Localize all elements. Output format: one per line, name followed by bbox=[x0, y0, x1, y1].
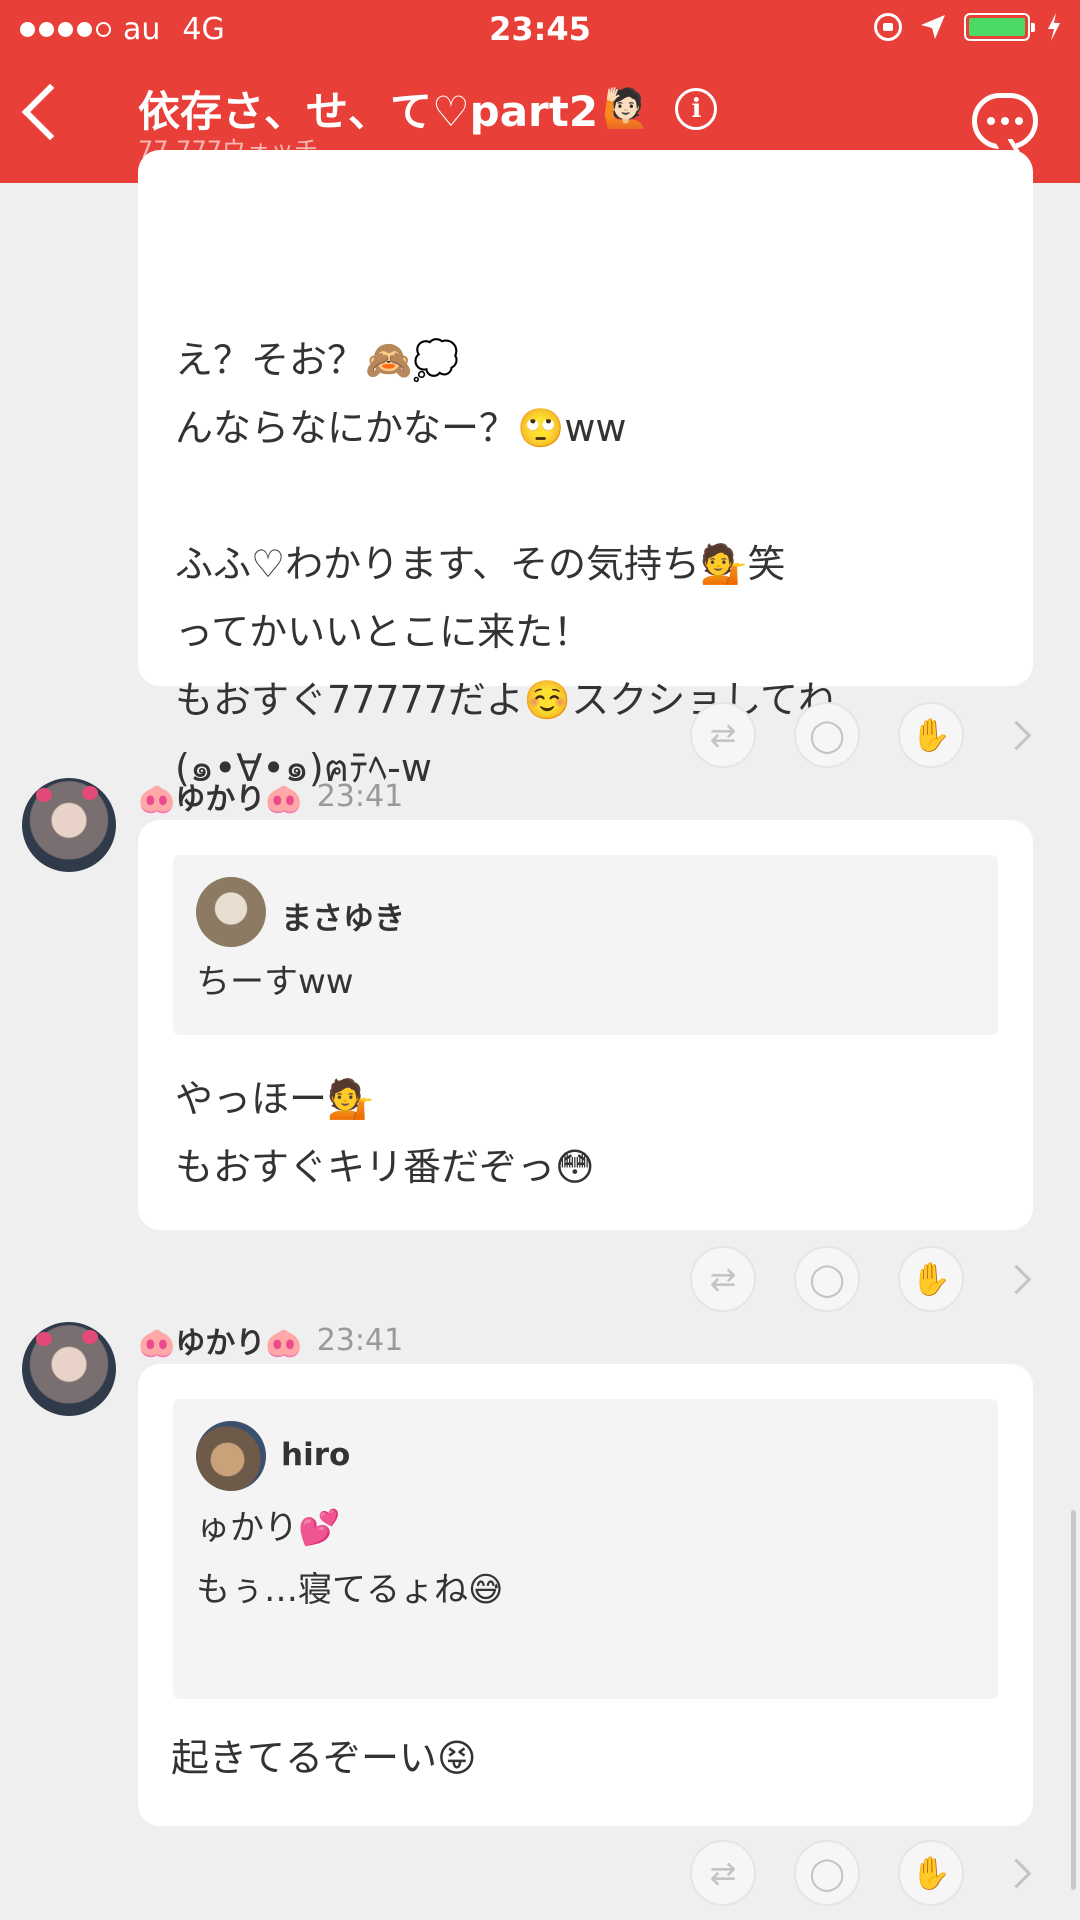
chevron-right-icon[interactable] bbox=[1001, 1858, 1032, 1888]
scrollbar[interactable] bbox=[1071, 1510, 1076, 1890]
chevron-right-icon[interactable] bbox=[1001, 1264, 1032, 1294]
status-bar: au 4G 23:45 bbox=[0, 0, 1080, 58]
quoted-message[interactable]: hiro ゅかり💕 もぅ…寝てるょね😅 bbox=[173, 1399, 998, 1699]
reply-icon[interactable]: ◯ bbox=[794, 1246, 860, 1312]
quote-author: まさゆき bbox=[281, 901, 405, 937]
message-actions: ⇄ ◯ ✋ bbox=[690, 702, 1032, 768]
info-icon[interactable]: i bbox=[675, 87, 718, 130]
chat-bubble-icon[interactable] bbox=[972, 93, 1038, 149]
quote-text: ゅかり💕 もぅ…寝てるょね😅 bbox=[196, 1508, 504, 1610]
message-bubble: hiro ゅかり💕 もぅ…寝てるょね😅 起きてるぞーい😝 bbox=[138, 1364, 1033, 1826]
quote-author: hiro bbox=[281, 1437, 351, 1473]
message-bubble: え？そお？🙈💭 んならなにかなー？🙄ww ふふ♡わかります、その気持ち💁笑 って… bbox=[138, 150, 1033, 790]
reply-icon[interactable]: ◯ bbox=[794, 702, 860, 768]
message-text: やっほー💁 もおすぐキリ番だぞっ😳 bbox=[175, 1077, 595, 1189]
message-actions: ⇄ ◯ ✋ bbox=[690, 1840, 1032, 1906]
repost-icon[interactable]: ⇄ bbox=[690, 702, 756, 768]
orientation-lock-icon bbox=[874, 13, 902, 41]
clap-icon[interactable]: ✋ bbox=[898, 702, 964, 768]
clap-icon[interactable]: ✋ bbox=[898, 1246, 964, 1312]
charging-bolt-icon bbox=[1048, 13, 1060, 41]
message-time: 23:41 bbox=[316, 1322, 404, 1358]
back-icon[interactable] bbox=[21, 83, 79, 141]
avatar[interactable] bbox=[22, 778, 116, 872]
quoted-message[interactable]: まさゆき ちーすww bbox=[173, 855, 998, 1035]
reply-icon[interactable]: ◯ bbox=[794, 1840, 860, 1906]
repost-icon[interactable]: ⇄ bbox=[690, 1246, 756, 1312]
message-time: 23:41 bbox=[316, 778, 404, 814]
quote-text: ちーすww bbox=[196, 962, 354, 1002]
message-meta: 🐽ゆかり🐽 23:41 bbox=[138, 774, 403, 818]
title-emoji: 🙋🏻 bbox=[602, 86, 650, 130]
message-bubble: まさゆき ちーすww やっほー💁 もおすぐキリ番だぞっ😳 bbox=[138, 820, 1033, 1230]
message-meta: 🐽ゆかり🐽 23:41 bbox=[138, 1318, 403, 1362]
message-actions: ⇄ ◯ ✋ bbox=[690, 1246, 1032, 1312]
clap-icon[interactable]: ✋ bbox=[898, 1840, 964, 1906]
author-name[interactable]: 🐽ゆかり🐽 bbox=[138, 1318, 303, 1362]
author-name[interactable]: 🐽ゆかり🐽 bbox=[138, 774, 303, 818]
quote-avatar bbox=[196, 1421, 266, 1491]
quote-avatar bbox=[196, 877, 266, 947]
battery-icon bbox=[964, 13, 1035, 41]
avatar[interactable] bbox=[22, 1322, 116, 1416]
chevron-right-icon[interactable] bbox=[1001, 720, 1032, 750]
location-arrow-icon bbox=[921, 15, 945, 39]
repost-icon[interactable]: ⇄ bbox=[690, 1840, 756, 1906]
message-text: 起きてるぞーい😝 bbox=[171, 1736, 477, 1780]
